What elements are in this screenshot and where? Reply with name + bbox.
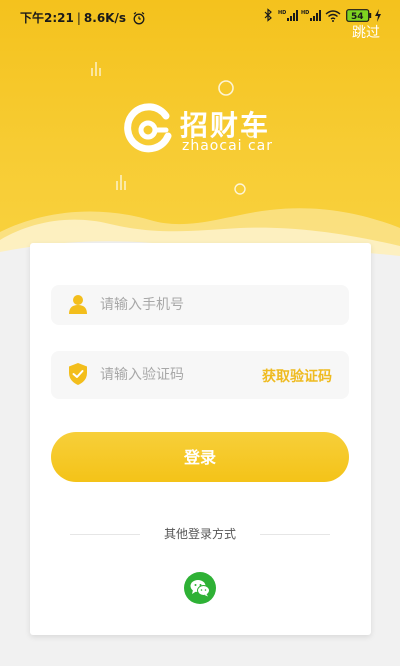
shield-check-icon xyxy=(69,363,87,385)
battery-icon: 54 xyxy=(346,8,372,22)
verification-code-field: 获取验证码 xyxy=(51,351,349,399)
status-left: 下午2:21 | 8.6K/s xyxy=(20,9,146,26)
wifi-icon xyxy=(325,9,341,22)
alarm-icon xyxy=(133,11,145,24)
verification-code-input[interactable] xyxy=(100,351,280,399)
status-separator: | xyxy=(76,10,81,25)
wechat-icon xyxy=(190,580,210,597)
get-code-button[interactable]: 获取验证码 xyxy=(262,366,332,386)
login-screen: 下午2:21 | 8.6K/s HD HD 54 跳过 招财车 zhaocai … xyxy=(0,0,400,666)
status-net-speed: 8.6K/s xyxy=(83,10,126,25)
login-button[interactable]: 登录 xyxy=(51,432,349,482)
brand-subtitle: zhaocai car xyxy=(182,138,274,154)
charging-icon xyxy=(375,8,381,22)
user-icon xyxy=(69,295,87,314)
phone-field xyxy=(51,285,349,325)
divider-line-right xyxy=(260,534,330,535)
battery-level: 54 xyxy=(351,12,364,22)
status-right: HD HD 54 xyxy=(263,8,382,22)
brand-logo: 招财车 zhaocai car xyxy=(122,102,282,162)
brand-logo-mark-icon xyxy=(124,103,172,153)
status-bar: 下午2:21 | 8.6K/s HD HD 54 xyxy=(0,0,400,32)
login-card: 获取验证码 登录 其他登录方式 xyxy=(30,243,371,635)
signal-icon-1: HD xyxy=(278,10,298,21)
wechat-login-button[interactable] xyxy=(184,572,216,604)
phone-input[interactable] xyxy=(100,285,280,325)
status-time: 下午2:21 xyxy=(20,11,74,25)
svg-text:HD: HD xyxy=(301,10,309,16)
signal-icon-2: HD xyxy=(301,10,321,21)
svg-text:HD: HD xyxy=(278,10,286,16)
bluetooth-icon xyxy=(264,8,272,22)
other-login-divider: 其他登录方式 xyxy=(70,525,330,543)
skip-button[interactable]: 跳过 xyxy=(352,22,380,42)
